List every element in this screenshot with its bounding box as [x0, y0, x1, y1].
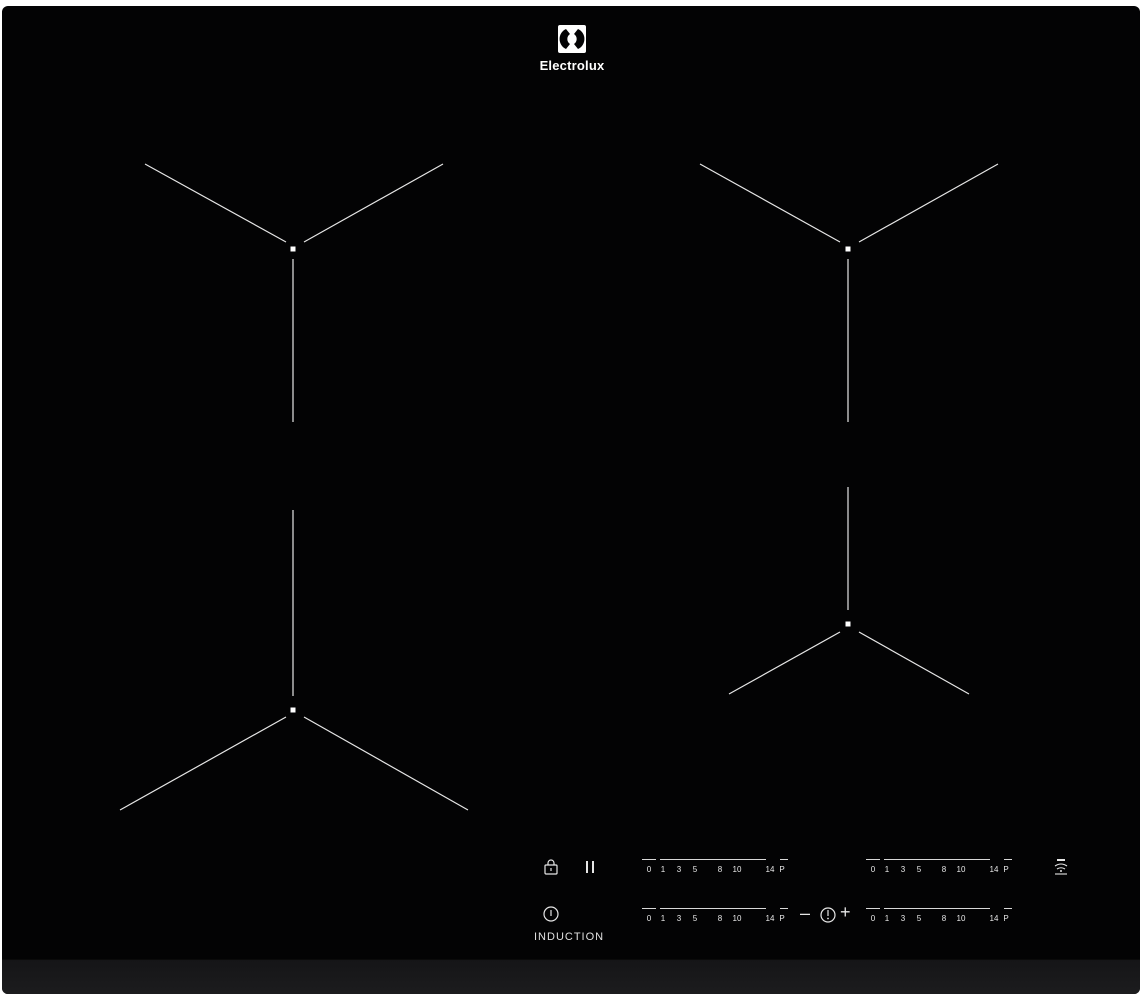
slider-segment [642, 859, 656, 860]
slider-segment [660, 859, 766, 860]
timer-minus-button[interactable]: – [800, 903, 810, 924]
zone-rear-right-slider[interactable]: 0 1 3 5 8 10 14 P [866, 859, 1014, 881]
power-level-10[interactable]: 10 [957, 914, 966, 923]
slider-track [642, 859, 790, 861]
zone-rear-right[interactable] [699, 163, 999, 422]
slider-segment [642, 908, 656, 909]
power-level-0[interactable]: 0 [871, 865, 875, 874]
power-level-1[interactable]: 1 [885, 865, 889, 874]
power-level-3[interactable]: 3 [677, 914, 681, 923]
power-level-5[interactable]: 5 [693, 865, 697, 874]
power-level-1[interactable]: 1 [661, 865, 665, 874]
power-level-14[interactable]: 14 [766, 865, 775, 874]
hob2hood-button[interactable] [1049, 855, 1073, 879]
cooking-zones [119, 163, 999, 811]
power-level-5[interactable]: 5 [693, 914, 697, 923]
power-level-3[interactable]: 3 [677, 865, 681, 874]
zone-rear-left[interactable] [144, 163, 444, 422]
power-level-0[interactable]: 0 [647, 914, 651, 923]
power-level-0[interactable]: 0 [871, 914, 875, 923]
power-level-P[interactable]: P [1003, 914, 1008, 923]
pause-icon [586, 861, 594, 873]
power-level-3[interactable]: 3 [901, 914, 905, 923]
power-icon [543, 906, 559, 922]
slider-segment [884, 908, 990, 909]
zone-front-left-slider[interactable]: 0 1 3 5 8 10 14 P [642, 908, 790, 930]
power-level-14[interactable]: 14 [766, 914, 775, 923]
zone-front-left[interactable] [119, 510, 469, 811]
zone-front-right-slider[interactable]: 0 1 3 5 8 10 14 P [866, 908, 1014, 930]
bottom-rim [2, 959, 1140, 994]
power-level-8[interactable]: 8 [718, 865, 722, 874]
power-level-10[interactable]: 10 [733, 865, 742, 874]
slider-track [866, 908, 1014, 910]
power-level-8[interactable]: 8 [718, 914, 722, 923]
power-level-P[interactable]: P [779, 865, 784, 874]
slider-segment [780, 908, 788, 909]
slider-segment [866, 908, 880, 909]
power-level-3[interactable]: 3 [901, 865, 905, 874]
power-level-10[interactable]: 10 [733, 914, 742, 923]
timer-plus-button[interactable]: + [840, 902, 851, 923]
zone-rear-left-slider[interactable]: 0 1 3 5 8 10 14 P [642, 859, 790, 881]
timer-control: – + [800, 902, 856, 928]
power-level-5[interactable]: 5 [917, 914, 921, 923]
power-button[interactable] [539, 902, 563, 926]
slider-segment [1004, 908, 1012, 909]
power-level-14[interactable]: 14 [990, 865, 999, 874]
power-level-8[interactable]: 8 [942, 865, 946, 874]
hob2hood-icon [1054, 859, 1068, 875]
lock-button[interactable] [539, 855, 563, 879]
timer-clock-icon[interactable] [819, 906, 837, 924]
power-level-P[interactable]: P [1003, 865, 1008, 874]
power-level-8[interactable]: 8 [942, 914, 946, 923]
slider-segment [866, 859, 880, 860]
induction-hob: Electrolux INDUCTION 0 1 3 5 8 10 14 P 0… [2, 6, 1140, 994]
induction-label: INDUCTION [534, 931, 605, 943]
lock-icon [544, 859, 558, 875]
slider-segment [884, 859, 990, 860]
slider-track [642, 908, 790, 910]
slider-segment [660, 908, 766, 909]
power-level-5[interactable]: 5 [917, 865, 921, 874]
zone-front-right[interactable] [728, 487, 970, 695]
power-level-14[interactable]: 14 [990, 914, 999, 923]
pause-button[interactable] [578, 855, 602, 879]
slider-segment [780, 859, 788, 860]
power-level-P[interactable]: P [779, 914, 784, 923]
power-level-10[interactable]: 10 [957, 865, 966, 874]
slider-track [866, 859, 1014, 861]
power-level-1[interactable]: 1 [661, 914, 665, 923]
power-level-0[interactable]: 0 [647, 865, 651, 874]
power-level-1[interactable]: 1 [885, 914, 889, 923]
slider-segment [1004, 859, 1012, 860]
